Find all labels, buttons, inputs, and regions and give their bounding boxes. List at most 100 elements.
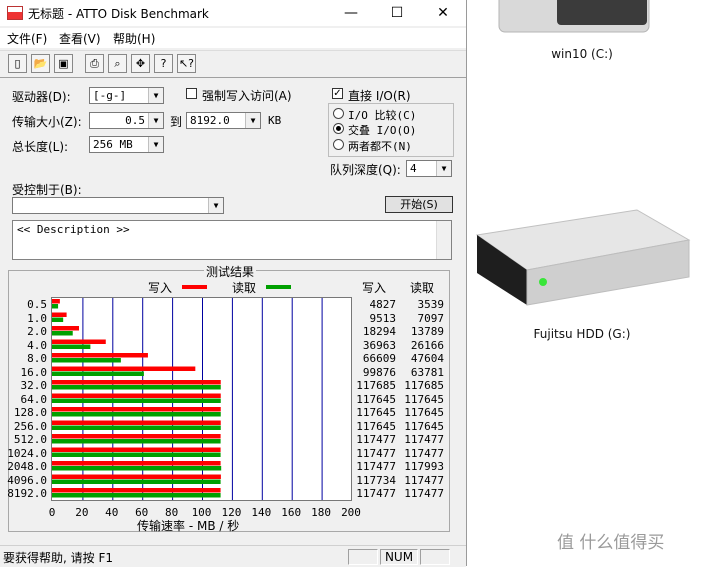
io-compare-label[interactable]: I/O 比较(C): [348, 107, 416, 123]
read-value: 117993: [404, 460, 444, 473]
neither-radio[interactable]: [333, 139, 344, 150]
drive-label: 驱动器(D):: [12, 90, 71, 104]
write-bar: [52, 447, 221, 452]
scrollbar[interactable]: [436, 221, 451, 259]
save-icon[interactable]: ▣: [54, 54, 73, 73]
start-button[interactable]: 开始(S): [385, 196, 453, 213]
queue-depth-label: 队列深度(Q):: [330, 163, 401, 177]
title-bar[interactable]: 无标题 - ATTO Disk Benchmark — ☐ ✕: [0, 0, 466, 26]
desktop: win10 (C:) Fujitsu HDD (G:) 值 什么值得买: [467, 0, 718, 566]
menu-bar: 文件(F) 查看(V) 帮助(H): [0, 28, 466, 48]
read-bar: [52, 304, 59, 309]
read-value: 47604: [410, 352, 444, 365]
column-read-header: 读取: [410, 281, 435, 295]
read-value: 117645: [404, 406, 444, 419]
transfer-from-select[interactable]: 0.5 ▼: [89, 112, 164, 129]
column-write-header: 写入: [362, 281, 387, 295]
new-icon[interactable]: ▯: [8, 54, 27, 73]
drive-select[interactable]: [-g-] ▼: [89, 87, 164, 104]
chevron-down-icon[interactable]: ▼: [208, 198, 223, 213]
write-bar: [52, 393, 221, 398]
chart-svg: [52, 298, 353, 500]
write-value: 117477: [356, 487, 396, 500]
drive-c-icon[interactable]: [497, 0, 657, 40]
write-value: 117685: [356, 379, 396, 392]
description-text: << Description >>: [17, 223, 130, 236]
status-panel: [348, 549, 378, 565]
force-write-checkbox[interactable]: [186, 88, 197, 99]
x-tick-label: 0: [48, 506, 56, 519]
read-bar: [52, 371, 144, 376]
transfer-size-tick: 256.0: [13, 419, 47, 433]
transfer-size-tick: 4096.0: [7, 473, 47, 487]
maximize-button[interactable]: ☐: [374, 0, 420, 26]
transfer-size-tick: 1.0: [27, 311, 47, 325]
close-button[interactable]: ✕: [420, 0, 466, 26]
read-bar: [52, 398, 221, 403]
write-bar: [52, 312, 67, 317]
chevron-down-icon[interactable]: ▼: [148, 113, 163, 128]
print-icon[interactable]: ⎙: [85, 54, 104, 73]
results-title: 测试结果: [204, 263, 257, 280]
overlapped-io-radio[interactable]: [333, 123, 344, 134]
chevron-down-icon[interactable]: ▼: [245, 113, 260, 128]
write-bar: [52, 366, 196, 371]
transfer-size-tick: 8.0: [27, 352, 47, 365]
x-axis-label: 传输速率 - MB / 秒: [137, 519, 240, 533]
total-length-select[interactable]: 256 MB ▼: [89, 136, 164, 153]
write-bar: [52, 299, 60, 304]
hard-drive-icon[interactable]: [467, 205, 697, 315]
x-tick-label: 20: [75, 506, 89, 519]
drive-g-label[interactable]: Fujitsu HDD (G:): [517, 327, 647, 341]
whats-this-icon[interactable]: ↖?: [177, 54, 196, 73]
legend-read-swatch: [266, 285, 291, 289]
queue-depth-select[interactable]: 4 ▼: [406, 160, 452, 177]
direct-io-label[interactable]: 直接 I/O(R): [348, 87, 411, 104]
drive-c-label[interactable]: win10 (C:): [527, 47, 637, 61]
chevron-down-icon[interactable]: ▼: [148, 137, 163, 152]
force-write-label[interactable]: 强制写入访问(A): [202, 87, 292, 104]
io-compare-radio[interactable]: [333, 108, 344, 119]
read-value: 117477: [404, 473, 444, 487]
open-icon[interactable]: 📂: [31, 54, 50, 73]
read-value: 117685: [404, 379, 444, 392]
move-icon[interactable]: ✥: [131, 54, 150, 73]
read-value: 26166: [410, 338, 444, 352]
write-value: 66609: [362, 352, 396, 365]
transfer-size-tick: 16.0: [20, 365, 48, 379]
neither-label[interactable]: 两者都不(N): [348, 138, 412, 154]
write-bar: [52, 326, 80, 331]
preview-icon[interactable]: ⌕: [108, 54, 127, 73]
transfer-size-tick: 64.0: [20, 392, 48, 406]
read-value: 117477: [404, 446, 444, 460]
menu-view[interactable]: 查看(V): [59, 30, 101, 47]
read-value: 63781: [410, 365, 444, 379]
chevron-down-icon[interactable]: ▼: [436, 161, 451, 176]
chevron-down-icon[interactable]: ▼: [148, 88, 163, 103]
menu-file[interactable]: 文件(F): [7, 30, 47, 47]
read-bar: [52, 466, 222, 471]
transfer-to-select[interactable]: 8192.0 ▼: [186, 112, 261, 129]
help-icon[interactable]: ?: [154, 54, 173, 73]
transfer-to-value: 8192.0: [190, 114, 230, 127]
menu-help[interactable]: 帮助(H): [113, 30, 155, 47]
direct-io-checkbox[interactable]: ✓: [332, 88, 343, 99]
status-help-text: 要获得帮助, 请按 F1: [3, 551, 113, 565]
x-tick-label: 140: [251, 506, 272, 519]
minimize-button[interactable]: —: [328, 0, 374, 26]
write-bar: [52, 474, 221, 479]
overlapped-io-label[interactable]: 交叠 I/O(O): [348, 122, 416, 138]
legend-write-swatch: [182, 285, 207, 289]
read-bar: [52, 344, 91, 349]
transfer-size-label: 传输大小(Z):: [12, 115, 82, 129]
write-value: 117477: [356, 433, 396, 446]
write-bar: [52, 461, 221, 466]
legend-read-label: 读取: [232, 281, 257, 295]
write-bar: [52, 434, 221, 439]
description-field[interactable]: << Description >>: [12, 220, 452, 260]
write-bar: [52, 407, 221, 412]
read-value: 117477: [404, 433, 444, 446]
controlled-by-select[interactable]: ▼: [12, 197, 224, 214]
write-bar: [52, 353, 148, 358]
write-value: 117645: [356, 392, 396, 406]
